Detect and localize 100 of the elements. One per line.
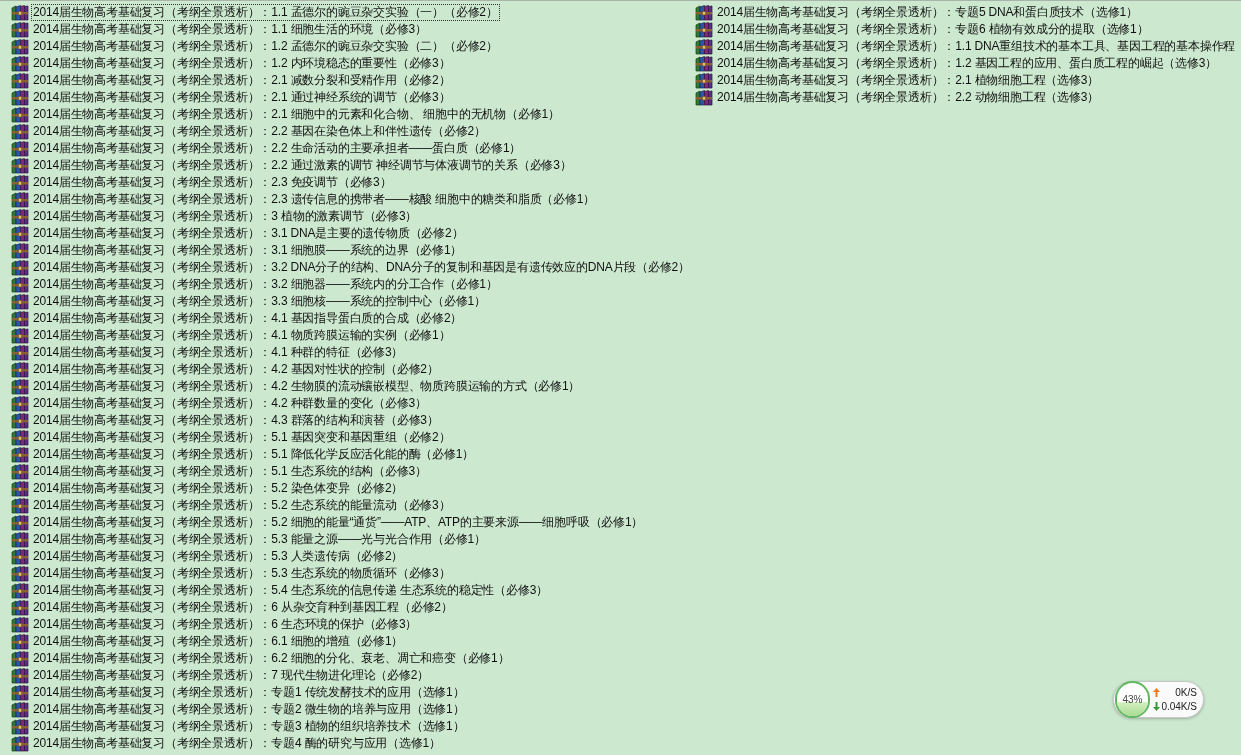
file-name[interactable]: 2014届生物高考基础复习（考纲全景透析）：专题4 酶的研究与应用（选修1） bbox=[31, 735, 443, 752]
book-stack-icon bbox=[11, 582, 29, 599]
book-stack-icon bbox=[11, 684, 29, 701]
file-name[interactable]: 2014届生物高考基础复习（考纲全景透析）：5.4 生态系统的信息传递 生态系统的稳定性（必修3） bbox=[31, 582, 550, 599]
file-name[interactable]: 2014届生物高考基础复习（考纲全景透析）：专题6 植物有效成分的提取（选修1） bbox=[715, 21, 1151, 38]
file-name[interactable]: 2014届生物高考基础复习（考纲全景透析）：1.1 细胞生活的环境（必修3） bbox=[31, 21, 429, 38]
file-name[interactable]: 2014届生物高考基础复习（考纲全景透析）：3.1 细胞膜——系统的边界（必修1） bbox=[31, 242, 465, 259]
file-name[interactable]: 2014届生物高考基础复习（考纲全景透析）：2.1 植物细胞工程（选修3） bbox=[715, 72, 1101, 89]
file-name[interactable]: 2014届生物高考基础复习（考纲全景透析）：4.1 物质跨膜运输的实例（必修1） bbox=[31, 327, 453, 344]
book-stack-icon bbox=[695, 21, 713, 38]
file-name[interactable]: 2014届生物高考基础复习（考纲全景透析）：2.1 减数分裂和受精作用（必修2） bbox=[31, 72, 453, 89]
book-stack-icon bbox=[11, 344, 29, 361]
file-name[interactable]: 2014届生物高考基础复习（考纲全景透析）：4.3 群落的结构和演替（必修3） bbox=[31, 412, 441, 429]
file-name[interactable]: 2014届生物高考基础复习（考纲全景透析）：专题1 传统发酵技术的应用（选修1） bbox=[31, 684, 467, 701]
file-name[interactable]: 2014届生物高考基础复习（考纲全景透析）：专题3 植物的组织培养技术（选修1） bbox=[31, 718, 467, 735]
book-stack-icon bbox=[11, 735, 29, 752]
file-name[interactable]: 2014届生物高考基础复习（考纲全景透析）：3.3 细胞核——系统的控制中心（必修1） bbox=[31, 293, 488, 310]
book-stack-icon bbox=[11, 21, 29, 38]
book-stack-icon bbox=[11, 293, 29, 310]
book-stack-icon bbox=[695, 4, 713, 21]
file-name[interactable]: 2014届生物高考基础复习（考纲全景透析）：4.2 基因对性状的控制（必修2） bbox=[31, 361, 441, 378]
book-stack-icon bbox=[11, 208, 29, 225]
book-stack-icon bbox=[11, 4, 29, 21]
file-name[interactable]: 2014届生物高考基础复习（考纲全景透析）：专题2 微生物的培养与应用（选修1） bbox=[31, 701, 467, 718]
file-name[interactable]: 2014届生物高考基础复习（考纲全景透析）：4.1 基因指导蛋白质的合成（必修2） bbox=[31, 310, 465, 327]
book-stack-icon bbox=[695, 72, 713, 89]
file-name[interactable]: 2014届生物高考基础复习（考纲全景透析）：2.3 遗传信息的携带者——核酸 细胞中的糖类和脂质（必修1） bbox=[31, 191, 598, 208]
book-stack-icon bbox=[11, 701, 29, 718]
book-stack-icon bbox=[11, 259, 29, 276]
file-name[interactable]: 2014届生物高考基础复习（考纲全景透析）：3.2 细胞器——系统内的分工合作（必修1） bbox=[31, 276, 500, 293]
book-stack-icon bbox=[11, 89, 29, 106]
file-name[interactable]: 2014届生物高考基础复习（考纲全景透析）：6 生态环境的保护（必修3） bbox=[31, 616, 420, 633]
book-stack-icon bbox=[11, 378, 29, 395]
file-name[interactable]: 2014届生物高考基础复习（考纲全景透析）：4.1 种群的特征（必修3） bbox=[31, 344, 406, 361]
file-name[interactable]: 2014届生物高考基础复习（考纲全景透析）：1.1 孟德尔的豌豆杂交实验（一）（必修2） bbox=[31, 4, 500, 21]
file-name[interactable]: 2014届生物高考基础复习（考纲全景透析）：2.2 通过激素的调节 神经调节与体液调节的关系（必修3） bbox=[31, 157, 574, 174]
down-arrow-icon bbox=[1153, 702, 1160, 711]
file-name[interactable]: 2014届生物高考基础复习（考纲全景透析）：4.2 生物膜的流动镶嵌模型、物质跨膜运输的方式（必修1） bbox=[31, 378, 583, 395]
book-stack-icon bbox=[11, 616, 29, 633]
file-name[interactable]: 2014届生物高考基础复习（考纲全景透析）：3 植物的激素调节（必修3） bbox=[31, 208, 420, 225]
book-stack-icon bbox=[11, 446, 29, 463]
file-name[interactable]: 2014届生物高考基础复习（考纲全景透析）：2.2 基因在染色体上和伴性遗传（必修2） bbox=[31, 123, 488, 140]
book-stack-icon bbox=[695, 89, 713, 106]
file-name[interactable]: 2014届生物高考基础复习（考纲全景透析）：5.1 生态系统的结构（必修3） bbox=[31, 463, 429, 480]
file-name[interactable]: 2014届生物高考基础复习（考纲全景透析）：6.2 细胞的分化、衰老、凋亡和癌变（必修1） bbox=[31, 650, 512, 667]
file-name[interactable]: 2014届生物高考基础复习（考纲全景透析）：5.3 能量之源——光与光合作用（必修1） bbox=[31, 531, 488, 548]
book-stack-icon bbox=[11, 395, 29, 412]
book-stack-icon bbox=[11, 276, 29, 293]
usage-percent: 43% bbox=[1121, 693, 1144, 707]
file-name[interactable]: 2014届生物高考基础复习（考纲全景透析）：2.3 免疫调节（必修3） bbox=[31, 174, 394, 191]
book-stack-icon bbox=[11, 531, 29, 548]
book-stack-icon bbox=[11, 412, 29, 429]
book-stack-icon bbox=[11, 72, 29, 89]
book-stack-icon bbox=[11, 55, 29, 72]
book-stack-icon bbox=[11, 514, 29, 531]
book-stack-icon bbox=[11, 361, 29, 378]
file-name[interactable]: 2014届生物高考基础复习（考纲全景透析）：4.2 种群数量的变化（必修3） bbox=[31, 395, 429, 412]
book-stack-icon bbox=[11, 191, 29, 208]
book-stack-icon bbox=[695, 55, 713, 72]
book-stack-icon bbox=[11, 327, 29, 344]
download-speed: 0.04K/S bbox=[1161, 701, 1197, 712]
network-speed-widget[interactable]: 43% 0K/S 0.04K/S bbox=[1113, 681, 1204, 718]
book-stack-icon bbox=[11, 123, 29, 140]
file-name[interactable]: 2014届生物高考基础复习（考纲全景透析）：5.2 细胞的能量“通货”——ATP、ATP的主要来源——细胞呼吸（必修1） bbox=[31, 514, 646, 531]
file-name[interactable]: 2014届生物高考基础复习（考纲全景透析）：5.3 人类遗传病（必修2） bbox=[31, 548, 406, 565]
up-arrow-icon bbox=[1153, 688, 1160, 697]
book-stack-icon bbox=[11, 497, 29, 514]
book-stack-icon bbox=[11, 718, 29, 735]
file-name[interactable]: 2014届生物高考基础复习（考纲全景透析）：2.1 通过神经系统的调节（必修3） bbox=[31, 89, 453, 106]
file-name[interactable]: 2014届生物高考基础复习（考纲全景透析）：5.3 生态系统的物质循环（必修3） bbox=[31, 565, 453, 582]
upload-speed: 0K/S bbox=[1175, 687, 1197, 698]
file-name[interactable]: 2014届生物高考基础复习（考纲全景透析）：5.2 染色体变异（必修2） bbox=[31, 480, 406, 497]
book-stack-icon bbox=[11, 38, 29, 55]
book-stack-icon bbox=[11, 650, 29, 667]
book-stack-icon bbox=[11, 140, 29, 157]
file-name[interactable]: 2014届生物高考基础复习（考纲全景透析）：5.2 生态系统的能量流动（必修3） bbox=[31, 497, 453, 514]
book-stack-icon bbox=[11, 225, 29, 242]
file-name[interactable]: 2014届生物高考基础复习（考纲全景透析）：2.2 动物细胞工程（选修3） bbox=[715, 89, 1101, 106]
book-stack-icon bbox=[11, 174, 29, 191]
book-stack-icon bbox=[11, 480, 29, 497]
book-stack-icon bbox=[695, 38, 713, 55]
file-name[interactable]: 2014届生物高考基础复习（考纲全景透析）：2.2 生命活动的主要承担者——蛋白质（必修1） bbox=[31, 140, 524, 157]
file-name[interactable]: 2014届生物高考基础复习（考纲全景透析）：3.2 DNA分子的结构、DNA分子的复制和基因是有遗传效应的DNA片段（必修2） bbox=[31, 259, 692, 276]
book-stack-icon bbox=[11, 463, 29, 480]
file-name[interactable]: 2014届生物高考基础复习（考纲全景透析）：6.1 细胞的增殖（必修1） bbox=[31, 633, 406, 650]
file-name[interactable]: 2014届生物高考基础复习（考纲全景透析）：5.1 基因突变和基因重组（必修2） bbox=[31, 429, 453, 446]
file-name[interactable]: 2014届生物高考基础复习（考纲全景透析）：5.1 降低化学反应活化能的酶（必修1） bbox=[31, 446, 476, 463]
file-name[interactable]: 2014届生物高考基础复习（考纲全景透析）：2.1 细胞中的元素和化合物、 细胞中的无机物（必修1） bbox=[31, 106, 562, 123]
file-name[interactable]: 2014届生物高考基础复习（考纲全景透析）：7 现代生物进化理论（必修2） bbox=[31, 667, 431, 684]
file-name[interactable]: 2014届生物高考基础复习（考纲全景透析）：6 从杂交育种到基因工程（必修2） bbox=[31, 599, 455, 616]
book-stack-icon bbox=[11, 599, 29, 616]
file-name[interactable]: 2014届生物高考基础复习（考纲全景透析）：1.2 孟德尔的豌豆杂交实验（二）（必修2） bbox=[31, 38, 500, 55]
file-name[interactable]: 2014届生物高考基础复习（考纲全景透析）：专题5 DNA和蛋白质技术（选修1） bbox=[715, 4, 1140, 21]
book-stack-icon bbox=[11, 310, 29, 327]
file-name[interactable]: 2014届生物高考基础复习（考纲全景透析）：1.1 DNA重组技术的基本工具、基因工程的基本操作程 bbox=[715, 38, 1238, 55]
file-name[interactable]: 2014届生物高考基础复习（考纲全景透析）：1.2 内环境稳态的重要性（必修3） bbox=[31, 55, 453, 72]
book-stack-icon bbox=[11, 667, 29, 684]
file-name[interactable]: 2014届生物高考基础复习（考纲全景透析）：1.2 基因工程的应用、蛋白质工程的崛起（选修3） bbox=[715, 55, 1219, 72]
book-stack-icon bbox=[11, 157, 29, 174]
file-name[interactable]: 2014届生物高考基础复习（考纲全景透析）：3.1 DNA是主要的遗传物质（必修2） bbox=[31, 225, 466, 242]
